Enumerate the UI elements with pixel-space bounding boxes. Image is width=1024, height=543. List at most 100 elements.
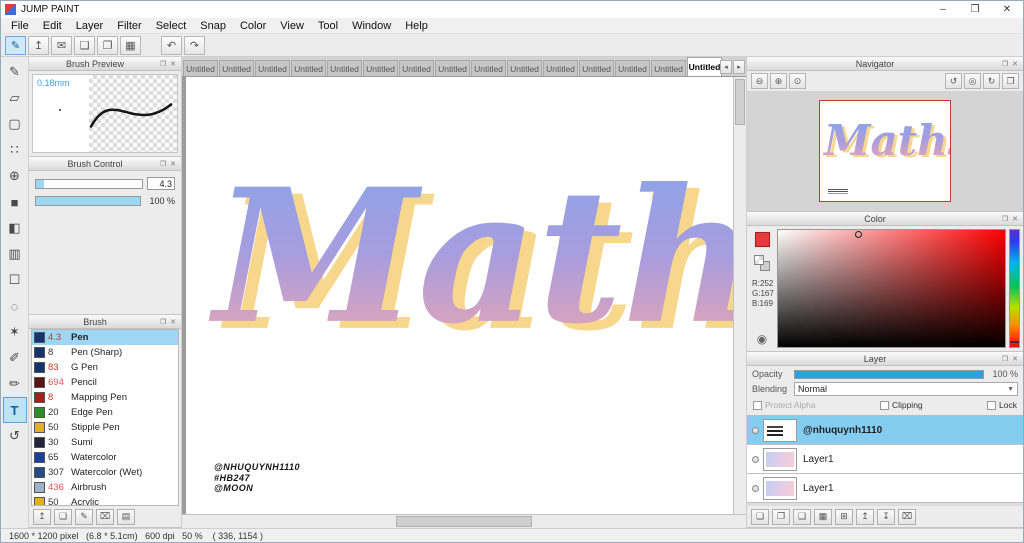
magic-wand-tool[interactable]: ✶: [3, 319, 27, 345]
brush-item[interactable]: 83 G Pen: [32, 360, 178, 375]
pen-tool[interactable]: ✎: [3, 59, 27, 85]
zoom-out-icon[interactable]: ⊖: [751, 73, 768, 89]
zoom-reset-icon[interactable]: ⊙: [789, 73, 806, 89]
delete-layer-icon[interactable]: ⌧: [898, 508, 916, 525]
brush-item[interactable]: 436 Airbrush: [32, 480, 178, 495]
pages-icon[interactable]: ❐: [97, 35, 118, 55]
layer-visibility-cell[interactable]: [747, 455, 763, 463]
text-tool[interactable]: T: [2, 397, 27, 423]
close-panel-icon[interactable]: ✕: [1010, 215, 1020, 223]
canvas[interactable]: Maths Maths @NHUQUYNH1110 #HB247 @MOON: [186, 77, 733, 514]
tab-document-13[interactable]: Untitled: [651, 60, 686, 76]
hue-slider[interactable]: [1009, 229, 1020, 348]
rotate-view-tool[interactable]: ↺: [3, 423, 27, 449]
bucket-tool[interactable]: ◧: [3, 215, 27, 241]
add-layer-icon[interactable]: ❏: [751, 508, 769, 525]
protect-alpha-checkbox[interactable]: [753, 400, 762, 410]
brush-item[interactable]: 307 Watercolor (Wet): [32, 465, 178, 480]
tab-document-0[interactable]: Untitled: [183, 60, 218, 76]
close-button[interactable]: ✕: [991, 1, 1023, 18]
gradient-tool[interactable]: ▥: [3, 241, 27, 267]
visibility-icon[interactable]: [751, 484, 759, 492]
paint-brush-icon[interactable]: ✎: [5, 35, 26, 55]
menu-help[interactable]: Help: [398, 20, 435, 32]
move-tool[interactable]: ⊕: [3, 163, 27, 189]
brush-menu-icon[interactable]: ▤: [117, 508, 135, 525]
material-panel-icon[interactable]: ▦: [120, 35, 141, 55]
float-panel-icon[interactable]: ❐: [1000, 60, 1010, 68]
eraser-tool[interactable]: ▱: [3, 85, 27, 111]
layer-row[interactable]: @nhuquynh1110: [747, 416, 1023, 445]
menu-filter[interactable]: Filter: [110, 20, 148, 32]
visibility-icon[interactable]: [751, 426, 759, 434]
layer-row[interactable]: Layer1: [747, 445, 1023, 474]
material-layer-icon[interactable]: ▦: [814, 508, 832, 525]
tab-document-11[interactable]: Untitled: [579, 60, 614, 76]
brush-item[interactable]: 30 Sumi: [32, 435, 178, 450]
canvas-viewport[interactable]: Maths Maths @NHUQUYNH1110 #HB247 @MOON: [182, 77, 746, 514]
pen-edit-tool[interactable]: ✐: [3, 345, 27, 371]
brush-size-input[interactable]: 4.3: [147, 177, 175, 190]
add-brush-icon[interactable]: ❏: [54, 508, 72, 525]
comment-icon[interactable]: ✉: [51, 35, 72, 55]
float-panel-icon[interactable]: ❐: [158, 318, 168, 326]
fit-window-icon[interactable]: ❐: [1002, 73, 1019, 89]
brush-size-slider[interactable]: [35, 178, 143, 189]
menu-tool[interactable]: Tool: [311, 20, 345, 32]
control-point-tool[interactable]: ✏: [3, 371, 27, 397]
float-panel-icon[interactable]: ❐: [158, 160, 168, 168]
tab-document-8[interactable]: Untitled: [471, 60, 506, 76]
horizontal-scrollbar-thumb[interactable]: [396, 516, 532, 527]
menu-file[interactable]: File: [4, 20, 36, 32]
brush-item[interactable]: 694 Pencil: [32, 375, 178, 390]
stamp-tool[interactable]: ▢: [3, 111, 27, 137]
close-panel-icon[interactable]: ✕: [1010, 355, 1020, 363]
current-color-swatch[interactable]: [753, 231, 771, 248]
brush-item[interactable]: 50 Acrylic: [32, 495, 178, 505]
upload-brush-icon[interactable]: ↥: [33, 508, 51, 525]
rotate-ccw-icon[interactable]: ↺: [945, 73, 962, 89]
close-panel-icon[interactable]: ✕: [1010, 60, 1020, 68]
brush-item[interactable]: 4.3 Pen: [32, 330, 178, 345]
horizontal-scrollbar[interactable]: [182, 514, 746, 528]
edit-brush-icon[interactable]: ✎: [75, 508, 93, 525]
tab-document-2[interactable]: Untitled: [255, 60, 290, 76]
menu-layer[interactable]: Layer: [69, 20, 111, 32]
protect-alpha-option[interactable]: Protect Alpha: [753, 400, 816, 410]
tab-document-14[interactable]: Untitled: [687, 57, 722, 76]
saturation-value-picker[interactable]: [777, 229, 1006, 348]
menu-select[interactable]: Select: [149, 20, 194, 32]
tab-scroll-right-icon[interactable]: ▸: [733, 60, 745, 74]
hue-marker[interactable]: [1010, 341, 1019, 344]
brush-item[interactable]: 20 Edge Pen: [32, 405, 178, 420]
close-panel-icon[interactable]: ✕: [168, 160, 178, 168]
publish-icon[interactable]: ↥: [28, 35, 49, 55]
vertical-scrollbar[interactable]: [733, 77, 746, 514]
layer-visibility-cell[interactable]: [747, 426, 763, 434]
float-panel-icon[interactable]: ❐: [158, 60, 168, 68]
color-wheel-icon[interactable]: ◉: [757, 332, 767, 346]
layer-up-icon[interactable]: ↥: [856, 508, 874, 525]
folder-layer-icon[interactable]: ⊞: [835, 508, 853, 525]
tab-document-4[interactable]: Untitled: [327, 60, 362, 76]
menu-window[interactable]: Window: [345, 20, 398, 32]
dot-tool[interactable]: ∷: [3, 137, 27, 163]
tab-document-6[interactable]: Untitled: [399, 60, 434, 76]
tab-scroll-left-icon[interactable]: ◂: [720, 60, 732, 74]
menu-view[interactable]: View: [273, 20, 311, 32]
lasso-tool[interactable]: ◌: [3, 293, 27, 319]
brush-opacity-slider[interactable]: [35, 196, 141, 206]
brush-item[interactable]: 8 Mapping Pen: [32, 390, 178, 405]
reset-rotation-icon[interactable]: ◎: [964, 73, 981, 89]
storyboard-icon[interactable]: ❑: [74, 35, 95, 55]
float-panel-icon[interactable]: ❐: [1000, 355, 1010, 363]
tab-document-7[interactable]: Untitled: [435, 60, 470, 76]
brush-item[interactable]: 8 Pen (Sharp): [32, 345, 178, 360]
color-picker-marker[interactable]: [855, 231, 863, 238]
tab-document-12[interactable]: Untitled: [615, 60, 650, 76]
foreground-background-swatches[interactable]: [754, 255, 770, 271]
menu-edit[interactable]: Edit: [36, 20, 69, 32]
close-panel-icon[interactable]: ✕: [168, 60, 178, 68]
fill-rect-tool[interactable]: ■: [3, 189, 27, 215]
menu-color[interactable]: Color: [233, 20, 273, 32]
